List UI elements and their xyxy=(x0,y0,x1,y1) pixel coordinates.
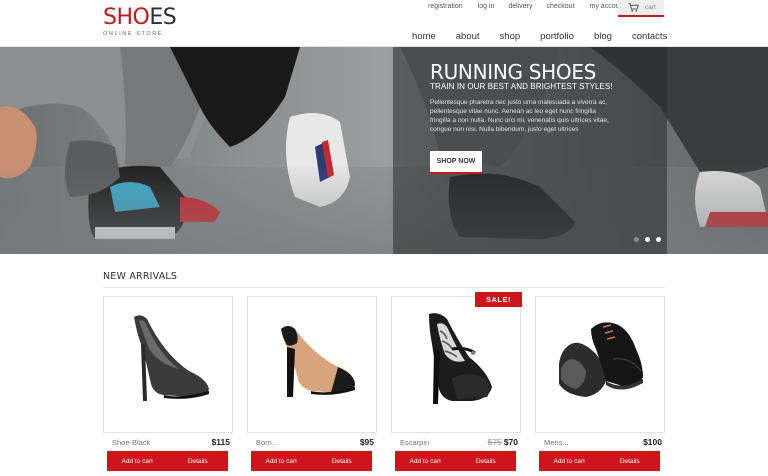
shop-now-button[interactable]: SHOP NOW xyxy=(430,151,482,174)
product-image-frame[interactable] xyxy=(391,296,521,432)
logo-subtitle: ONLINE STORE xyxy=(103,31,164,37)
product-actions: Add to cart Details xyxy=(107,451,228,471)
product-info: Born... $95 xyxy=(247,432,377,448)
product-actions: Add to cart Details xyxy=(539,451,660,471)
product-card: SALE! Escarpin $75 $70 Add to cart Detail… xyxy=(391,292,522,476)
top-link-registration[interactable]: registration xyxy=(428,3,463,10)
add-to-cart-button[interactable]: Add to cart xyxy=(107,451,168,471)
product-image-black-pump xyxy=(134,315,209,401)
product-name[interactable]: Born... xyxy=(256,438,278,447)
sale-badge: SALE! xyxy=(475,292,522,307)
section-title: NEW ARRIVALS xyxy=(103,271,178,282)
slider-dot-3[interactable] xyxy=(656,237,661,242)
product-image-escarpin xyxy=(429,313,492,404)
slider-dot-2[interactable] xyxy=(645,237,650,242)
product-old-price: $75 xyxy=(487,437,502,447)
product-image-frame[interactable] xyxy=(247,296,377,432)
product-image-frame[interactable] xyxy=(103,296,233,432)
logo-text-dark: ES xyxy=(149,5,177,30)
product-price: $100 xyxy=(643,437,662,447)
slider-pagination xyxy=(634,237,667,242)
product-image-mens-oxford xyxy=(559,322,643,397)
product-grid: Shoe-Black $115 Add to cart Details Born… xyxy=(103,292,665,476)
details-button[interactable]: Details xyxy=(456,451,517,471)
slider-dot-1[interactable] xyxy=(634,237,639,242)
hero-title: RUNNING SHOES xyxy=(430,60,597,84)
header: SHOES ONLINE STORE registration log in d… xyxy=(0,0,768,50)
product-price-value: $115 xyxy=(211,437,230,447)
product-price-value: $100 xyxy=(643,437,662,447)
hero-subtitle: TRAIN IN OUR BEST AND BRIGHTEST STYLES! xyxy=(430,82,613,91)
logo-text: SHOES xyxy=(103,5,177,30)
product-name[interactable]: Mens... xyxy=(544,438,569,447)
top-link-login[interactable]: log in xyxy=(478,3,495,10)
top-link-delivery[interactable]: delivery xyxy=(508,3,532,10)
product-price: $75 $70 xyxy=(488,437,518,447)
top-link-checkout[interactable]: checkout xyxy=(547,3,575,10)
product-price: $95 xyxy=(360,437,374,447)
product-price-value: $70 xyxy=(503,437,518,447)
details-button[interactable]: Details xyxy=(168,451,229,471)
product-price: $115 xyxy=(212,437,230,447)
product-info: Mens... $100 xyxy=(535,432,665,448)
add-to-cart-button[interactable]: Add to cart xyxy=(539,451,600,471)
add-to-cart-button[interactable]: Add to cart xyxy=(251,451,312,471)
cart-icon xyxy=(628,3,639,12)
product-info: Escarpin $75 $70 xyxy=(391,432,521,448)
cart-button[interactable]: cart xyxy=(618,0,664,17)
add-to-cart-button[interactable]: Add to cart xyxy=(395,451,456,471)
product-card: Born... $95 Add to cart Details xyxy=(247,296,377,476)
product-card: Mens... $100 Add to cart Details xyxy=(535,296,665,476)
cart-label: cart xyxy=(645,4,656,11)
product-info: Shoe-Black $115 xyxy=(103,432,233,448)
product-card: Shoe-Black $115 Add to cart Details xyxy=(103,296,233,476)
product-price-value: $95 xyxy=(359,437,374,447)
hero-description: Pellentesque pharetra nec justo urna mal… xyxy=(430,99,609,133)
logo[interactable]: SHOES ONLINE STORE xyxy=(103,5,177,38)
details-button[interactable]: Details xyxy=(312,451,373,471)
product-actions: Add to cart Details xyxy=(251,451,372,471)
product-actions: Add to cart Details xyxy=(395,451,516,471)
top-links: registration log in delivery checkout my… xyxy=(428,3,641,10)
details-button[interactable]: Details xyxy=(600,451,661,471)
product-name[interactable]: Escarpin xyxy=(400,438,429,447)
logo-text-red: SHO xyxy=(103,5,150,30)
product-name[interactable]: Shoe-Black xyxy=(112,438,150,447)
product-image-frame[interactable] xyxy=(535,296,665,432)
hero-slider xyxy=(0,47,768,254)
section-divider xyxy=(103,287,665,288)
product-image-nude-pump xyxy=(281,326,355,397)
